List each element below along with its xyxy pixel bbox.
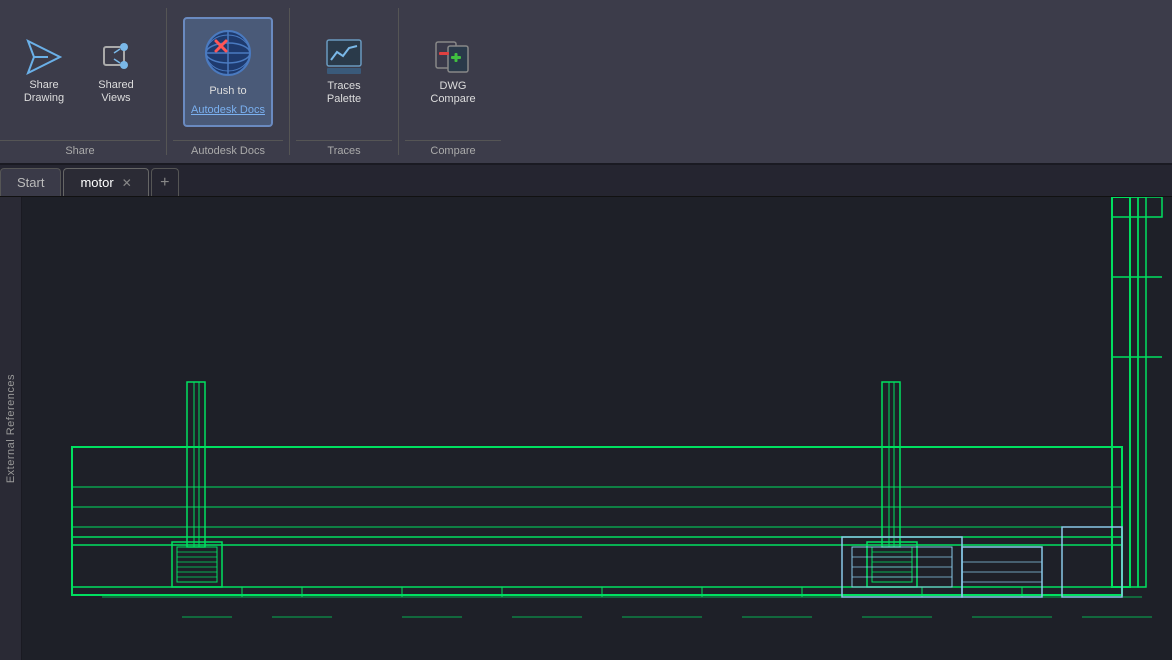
- shared-views-icon: [98, 39, 134, 75]
- push-to-autodesk-docs-button[interactable]: Push to Autodesk Docs: [183, 17, 273, 127]
- shared-views-button[interactable]: SharedViews: [82, 22, 150, 122]
- motor-tab-label: motor: [80, 175, 113, 190]
- compare-section: DWGCompare Compare: [405, 0, 501, 163]
- add-tab-button[interactable]: +: [151, 168, 179, 196]
- shared-views-label: SharedViews: [98, 79, 133, 105]
- motor-tab-close[interactable]: ✕: [122, 177, 132, 189]
- share-drawing-button[interactable]: ShareDrawing: [10, 22, 78, 122]
- main-content: External References: [0, 197, 1172, 660]
- compare-section-label: Compare: [405, 140, 501, 163]
- start-tab-label: Start: [17, 175, 44, 190]
- share-section: ShareDrawing SharedViews Share: [0, 0, 160, 163]
- traces-section: TracesPalette Traces: [296, 0, 392, 163]
- dwg-compare-icon: [434, 38, 472, 76]
- compare-buttons: DWGCompare: [405, 0, 501, 140]
- traces-palette-label: TracesPalette: [327, 80, 361, 106]
- push-to-autodesk-docs-label2: Autodesk Docs: [191, 104, 265, 117]
- tabs-bar: Start motor ✕ +: [0, 165, 1172, 197]
- dwg-compare-button[interactable]: DWGCompare: [415, 22, 491, 122]
- autodesk-docs-icon: [202, 27, 254, 79]
- add-tab-icon: +: [160, 174, 169, 192]
- dwg-compare-label: DWGCompare: [430, 80, 475, 106]
- external-references-label: External References: [5, 374, 17, 483]
- external-references-panel: External References: [0, 197, 22, 660]
- autodesk-docs-section-label: Autodesk Docs: [173, 140, 283, 163]
- push-to-autodesk-docs-label: Push to: [209, 85, 246, 98]
- traces-palette-button[interactable]: TracesPalette: [306, 22, 382, 122]
- start-tab[interactable]: Start: [0, 168, 61, 196]
- share-section-label: Share: [0, 140, 160, 163]
- share-drawing-label: ShareDrawing: [24, 79, 64, 105]
- motor-tab[interactable]: motor ✕: [63, 168, 148, 196]
- autodesk-docs-buttons: Push to Autodesk Docs: [173, 0, 283, 140]
- traces-section-label: Traces: [296, 140, 392, 163]
- drawing-canvas[interactable]: [22, 197, 1172, 660]
- traces-icon: [325, 38, 363, 76]
- share-drawing-icon: [26, 39, 62, 75]
- cad-drawing-svg: [22, 197, 1172, 660]
- ribbon-toolbar: ShareDrawing SharedViews Share: [0, 0, 1172, 165]
- traces-buttons: TracesPalette: [296, 0, 392, 140]
- share-buttons: ShareDrawing SharedViews: [0, 0, 160, 140]
- divider-2: [289, 8, 290, 155]
- autodesk-docs-section: Push to Autodesk Docs Autodesk Docs: [173, 0, 283, 163]
- divider-3: [398, 8, 399, 155]
- divider-1: [166, 8, 167, 155]
